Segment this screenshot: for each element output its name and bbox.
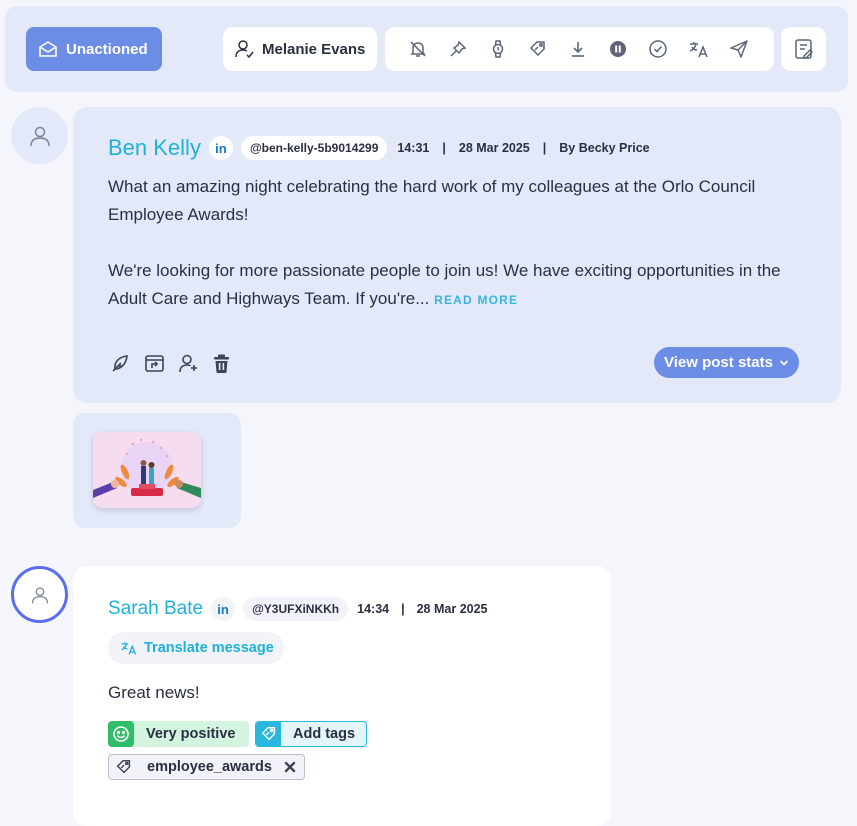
trash-icon[interactable]: [212, 353, 231, 374]
post-actions: [110, 353, 231, 374]
linkedin-icon: in: [208, 136, 233, 160]
separator: |: [442, 141, 446, 155]
post-by: By Becky Price: [559, 141, 650, 155]
reply-date: 28 Mar 2025: [416, 602, 488, 616]
translate-message-button[interactable]: Translate message: [108, 632, 284, 664]
tag-icon: [256, 722, 281, 746]
chevron-down-icon: [779, 359, 789, 367]
stats-button-label: View post stats: [664, 354, 773, 371]
send-icon[interactable]: [729, 39, 749, 59]
reply-author[interactable]: Sarah Bate: [108, 598, 203, 620]
status-label: Unactioned: [66, 40, 148, 58]
reply-message: Great news!: [108, 683, 200, 702]
post-date: 28 Mar 2025: [458, 141, 530, 155]
post-body-line: Adult Care and Highways Team. If you're.…: [108, 289, 430, 308]
pause-icon[interactable]: [608, 39, 628, 59]
translate-icon[interactable]: [688, 39, 708, 59]
attachment-image[interactable]: [93, 432, 201, 508]
smile-icon: [108, 721, 134, 747]
reply-time: 14:34: [357, 602, 390, 616]
bell-off-icon[interactable]: [408, 39, 428, 59]
linkedin-icon: in: [211, 597, 236, 621]
avatar-selected[interactable]: [11, 566, 68, 623]
pin-icon[interactable]: [448, 39, 468, 59]
translate-label: Translate message: [144, 640, 274, 656]
reply-handle[interactable]: @Y3UFXiNKKh: [243, 597, 349, 621]
action-toolbar: [385, 27, 774, 71]
post-body: What an amazing night celebrating the ha…: [108, 173, 828, 314]
post-time: 14:31: [397, 141, 430, 155]
assignee-button[interactable]: Melanie Evans: [223, 27, 377, 71]
post-body-line: We're looking for more passionate people…: [108, 261, 781, 280]
separator: |: [401, 602, 405, 616]
avatar: [11, 107, 68, 164]
separator: |: [542, 141, 547, 155]
add-tags-button[interactable]: Add tags: [255, 721, 367, 747]
feather-icon[interactable]: [110, 353, 131, 374]
download-icon[interactable]: [568, 39, 588, 59]
watch-icon[interactable]: [488, 39, 508, 59]
share-window-icon[interactable]: [144, 353, 165, 374]
post-body-line: What an amazing night celebrating the ha…: [108, 177, 756, 196]
user-icon: [28, 124, 52, 148]
notes-icon: [793, 37, 815, 61]
user-icon: [30, 585, 50, 605]
tag-label: employee_awards: [147, 759, 272, 775]
post-handle[interactable]: @ben-kelly-5b9014299: [240, 136, 388, 160]
envelope-icon: [38, 40, 58, 58]
close-icon[interactable]: [284, 761, 296, 773]
post-header: Ben Kelly in @ben-kelly-5b9014299 14:31 …: [108, 135, 650, 161]
user-check-icon: [234, 39, 256, 59]
post-author[interactable]: Ben Kelly: [108, 135, 201, 161]
notes-button[interactable]: [781, 27, 826, 71]
assignee-name: Melanie Evans: [262, 40, 366, 58]
view-post-stats-button[interactable]: View post stats: [654, 347, 799, 378]
reply-header: Sarah Bate in @Y3UFXiNKKh 14:34 | 28 Mar…: [108, 597, 488, 621]
add-user-icon[interactable]: [178, 353, 199, 374]
sentiment-badge[interactable]: Very positive: [108, 721, 249, 747]
tag-icon[interactable]: [528, 39, 548, 59]
check-circle-icon[interactable]: [648, 39, 668, 59]
translate-icon: [120, 639, 138, 657]
tag-icon: [115, 758, 133, 776]
unactioned-status-button[interactable]: Unactioned: [26, 27, 162, 71]
add-tags-label: Add tags: [293, 726, 356, 742]
sentiment-label: Very positive: [146, 726, 236, 742]
tag-chip: employee_awards: [108, 754, 305, 780]
post-body-line: Employee Awards!: [108, 205, 249, 224]
read-more-link[interactable]: READ MORE: [434, 293, 518, 307]
